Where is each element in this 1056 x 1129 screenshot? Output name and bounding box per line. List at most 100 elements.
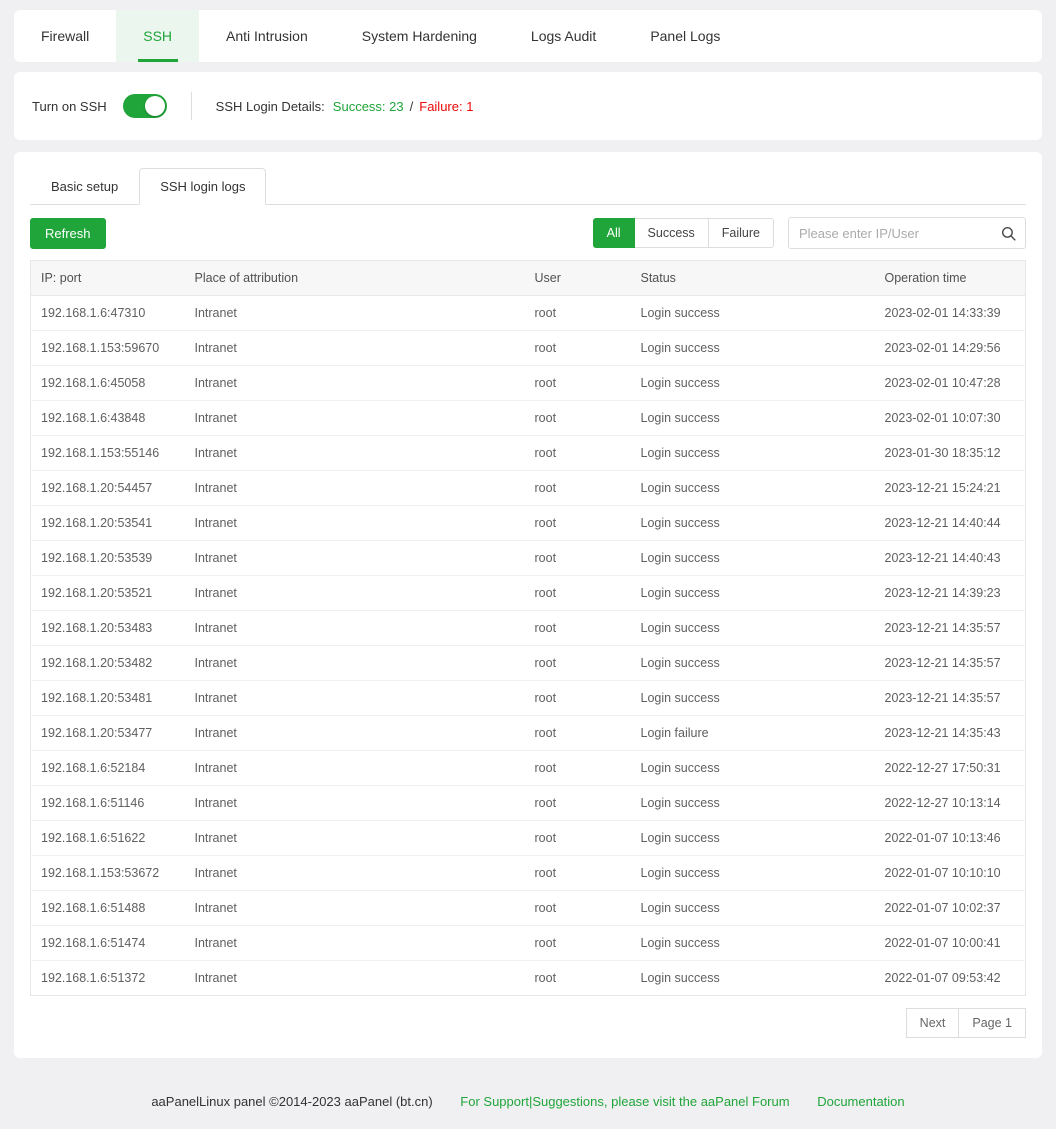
place-cell: Intranet [187,296,527,331]
top-nav-tab-anti-intrusion[interactable]: Anti Intrusion [199,10,335,62]
status-cell: Login success [633,751,877,786]
top-nav-tab-firewall[interactable]: Firewall [14,10,116,62]
user-cell: root [527,436,633,471]
user-cell: root [527,716,633,751]
status-cell: Login success [633,856,877,891]
place-cell: Intranet [187,471,527,506]
search-icon[interactable] [1000,225,1017,242]
top-nav-tab-panel-logs[interactable]: Panel Logs [623,10,747,62]
footer-docs-link[interactable]: Documentation [817,1094,904,1109]
filter-button-all[interactable]: All [593,218,635,248]
filter-button-failure[interactable]: Failure [708,218,774,248]
footer: aaPanelLinux panel ©2014-2023 aaPanel (b… [0,1058,1056,1129]
ip-port-cell: 192.168.1.6:51372 [31,961,187,996]
time-cell: 2022-01-07 10:10:10 [877,856,1026,891]
table-row: 192.168.1.20:53483IntranetrootLogin succ… [31,611,1026,646]
time-cell: 2023-02-01 14:29:56 [877,331,1026,366]
time-cell: 2023-12-21 14:40:44 [877,506,1026,541]
top-nav-tab-system-hardening[interactable]: System Hardening [335,10,504,62]
place-cell: Intranet [187,331,527,366]
table-row: 192.168.1.6:51622IntranetrootLogin succe… [31,821,1026,856]
user-cell: root [527,331,633,366]
table-row: 192.168.1.6:51474IntranetrootLogin succe… [31,926,1026,961]
place-cell: Intranet [187,611,527,646]
table-row: 192.168.1.6:47310IntranetrootLogin succe… [31,296,1026,331]
user-cell: root [527,751,633,786]
search-input[interactable] [788,217,1026,249]
place-cell: Intranet [187,926,527,961]
status-cell: Login success [633,541,877,576]
ssh-toggle-label: Turn on SSH [32,99,107,114]
ip-port-cell: 192.168.1.6:51488 [31,891,187,926]
table-head: IP: portPlace of attributionUserStatusOp… [31,261,1026,296]
tab-basic-setup[interactable]: Basic setup [30,168,139,205]
ip-port-cell: 192.168.1.6:45058 [31,366,187,401]
time-cell: 2022-01-07 10:13:46 [877,821,1026,856]
time-cell: 2023-12-21 15:24:21 [877,471,1026,506]
time-cell: 2022-12-27 17:50:31 [877,751,1026,786]
place-cell: Intranet [187,541,527,576]
place-cell: Intranet [187,961,527,996]
place-cell: Intranet [187,366,527,401]
top-nav-tab-ssh[interactable]: SSH [116,10,199,62]
current-page-button[interactable]: Page 1 [958,1008,1026,1038]
filter-button-success[interactable]: Success [634,218,709,248]
refresh-button[interactable]: Refresh [30,218,106,249]
ip-port-cell: 192.168.1.20:53483 [31,611,187,646]
time-cell: 2023-12-21 14:35:57 [877,611,1026,646]
ssh-toggle[interactable] [123,94,167,118]
time-cell: 2022-01-07 09:53:42 [877,961,1026,996]
ip-port-cell: 192.168.1.20:53521 [31,576,187,611]
place-cell: Intranet [187,786,527,821]
user-cell: root [527,296,633,331]
footer-copyright: aaPanelLinux panel ©2014-2023 aaPanel (b… [151,1094,432,1109]
table-row: 192.168.1.153:55146IntranetrootLogin suc… [31,436,1026,471]
ip-port-cell: 192.168.1.6:43848 [31,401,187,436]
ip-port-cell: 192.168.1.153:59670 [31,331,187,366]
top-nav-tab-logs-audit[interactable]: Logs Audit [504,10,623,62]
place-cell: Intranet [187,576,527,611]
status-cell: Login success [633,506,877,541]
toolbar-right: AllSuccessFailure [593,217,1026,249]
status-cell: Login success [633,471,877,506]
time-cell: 2023-01-30 18:35:12 [877,436,1026,471]
ssh-status-bar: Turn on SSH SSH Login Details: Success: … [14,72,1042,140]
ip-port-cell: 192.168.1.20:53541 [31,506,187,541]
user-cell: root [527,926,633,961]
table-row: 192.168.1.6:43848IntranetrootLogin succe… [31,401,1026,436]
status-cell: Login success [633,926,877,961]
ip-port-cell: 192.168.1.6:51622 [31,821,187,856]
table-body: 192.168.1.6:47310IntranetrootLogin succe… [31,296,1026,996]
status-cell: Login success [633,366,877,401]
vertical-divider [191,92,192,120]
table-row: 192.168.1.6:52184IntranetrootLogin succe… [31,751,1026,786]
ip-port-cell: 192.168.1.6:52184 [31,751,187,786]
tab-ssh-login-logs[interactable]: SSH login logs [139,168,266,205]
time-cell: 2022-01-07 10:02:37 [877,891,1026,926]
status-cell: Login success [633,401,877,436]
column-header-ip-port: IP: port [31,261,187,296]
ssh-log-table: IP: portPlace of attributionUserStatusOp… [30,260,1026,996]
place-cell: Intranet [187,681,527,716]
next-page-button[interactable]: Next [906,1008,960,1038]
table-row: 192.168.1.6:51372IntranetrootLogin succe… [31,961,1026,996]
time-cell: 2023-12-21 14:39:23 [877,576,1026,611]
table-row: 192.168.1.20:53481IntranetrootLogin succ… [31,681,1026,716]
time-cell: 2023-12-21 14:35:57 [877,681,1026,716]
user-cell: root [527,856,633,891]
column-header-place-of-attribution: Place of attribution [187,261,527,296]
time-cell: 2022-01-07 10:00:41 [877,926,1026,961]
user-cell: root [527,506,633,541]
user-cell: root [527,401,633,436]
user-cell: root [527,541,633,576]
table-row: 192.168.1.6:51488IntranetrootLogin succe… [31,891,1026,926]
ip-port-cell: 192.168.1.153:55146 [31,436,187,471]
user-cell: root [527,576,633,611]
table-row: 192.168.1.153:59670IntranetrootLogin suc… [31,331,1026,366]
user-cell: root [527,471,633,506]
top-nav: FirewallSSHAnti IntrusionSystem Hardenin… [14,10,1042,62]
footer-support-link[interactable]: For Support|Suggestions, please visit th… [460,1094,789,1109]
ip-port-cell: 192.168.1.20:53477 [31,716,187,751]
main-card: Basic setupSSH login logs Refresh AllSuc… [14,152,1042,1058]
time-cell: 2023-02-01 10:07:30 [877,401,1026,436]
